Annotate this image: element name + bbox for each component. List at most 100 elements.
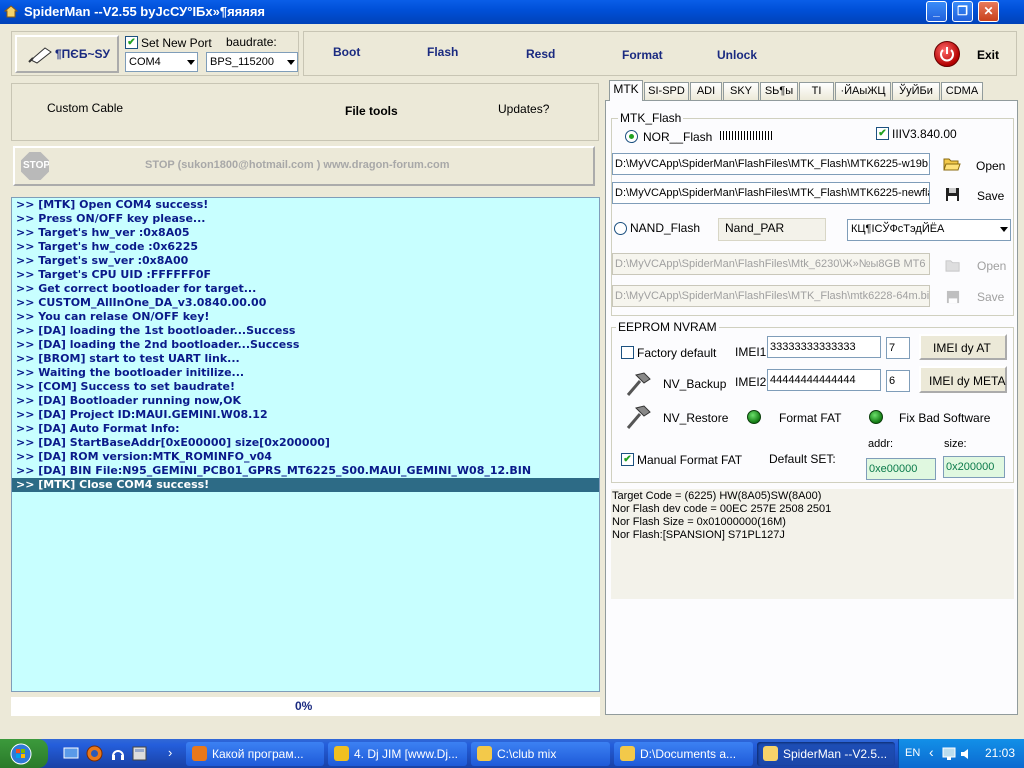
save-disk-icon[interactable] [946, 290, 960, 304]
logo-button[interactable]: ¶ПЄБ~SУ [15, 35, 119, 73]
open-button-disabled[interactable]: Open [977, 259, 1006, 273]
log-line[interactable]: >> Press ON/OFF key please... [12, 212, 599, 226]
tab-1[interactable]: SI-SPD [644, 82, 689, 100]
maximize-button[interactable]: ❐ [952, 1, 973, 22]
save-button[interactable]: Save [977, 189, 1004, 203]
factory-default-checkbox[interactable] [621, 346, 634, 359]
tab-0[interactable]: MTK [609, 80, 643, 101]
nand-flash-radio[interactable] [614, 222, 627, 235]
open-folder-icon[interactable] [945, 258, 962, 273]
updates-link[interactable]: Updates? [498, 102, 549, 116]
log-line[interactable]: >> [MTK] Open COM4 success! [12, 198, 599, 212]
log-line[interactable]: >> You can relase ON/OFF key! [12, 310, 599, 324]
fix-bad-software-button[interactable]: Fix Bad Software [899, 411, 990, 425]
hammer-icon[interactable] [624, 371, 652, 397]
tab-7[interactable]: ЎуЙБи [892, 82, 940, 100]
log-line[interactable]: >> [DA] Project ID:MAUI.GEMINI.W08.12 [12, 408, 599, 422]
flash-path-3-input[interactable]: D:\MyVCApp\SpiderMan\FlashFiles\Mtk_6230… [612, 253, 930, 275]
clock[interactable]: 21:03 [985, 746, 1015, 760]
log-line[interactable]: >> [DA] Bootloader running now,OK [12, 394, 599, 408]
nv-backup-button[interactable]: NV_Backup [663, 377, 726, 391]
unlock-button[interactable]: Unlock [717, 48, 757, 62]
log-line[interactable]: >> [DA] BIN File:N95_GEMINI_PCB01_GPRS_M… [12, 464, 599, 478]
taskbar-item[interactable]: Какой програм... [186, 742, 324, 766]
network-icon[interactable] [942, 747, 956, 761]
tab-5[interactable]: TI [799, 82, 834, 100]
flash-path-2-input[interactable]: D:\MyVCApp\SpiderMan\FlashFiles\MTK_Flas… [612, 182, 930, 204]
log-line[interactable]: >> Target's hw_code :0x6225 [12, 240, 599, 254]
custom-cable-link[interactable]: Custom Cable [47, 101, 123, 115]
title-bar[interactable]: SpiderMan --V2.55 byJcСУ°IБх»¶яяяяя _ ❐ … [0, 0, 1024, 24]
tab-6[interactable]: ·ЙАыЖЦ [835, 82, 891, 100]
log-line[interactable]: >> [DA] loading the 1st bootloader...Suc… [12, 324, 599, 338]
format-button[interactable]: Format [622, 48, 663, 62]
tab-4[interactable]: SЬ¶ы [760, 82, 798, 100]
log-line[interactable]: >> Waiting the bootloader initilize... [12, 366, 599, 380]
taskbar-item[interactable]: C:\club mix [471, 742, 610, 766]
minimize-button[interactable]: _ [926, 1, 947, 22]
language-indicator[interactable]: EN [905, 747, 920, 759]
addr-input[interactable]: 0xe00000 [866, 458, 936, 480]
taskbar-item[interactable]: SpiderMan --V2.5... [757, 742, 895, 766]
flash-path-4-input[interactable]: D:\MyVCApp\SpiderMan\FlashFiles\MTK_Flas… [612, 285, 930, 307]
log-line[interactable]: >> Target's CPU UID :FFFFFF0F [12, 268, 599, 282]
firefox-icon[interactable] [86, 745, 103, 762]
log-line[interactable]: >> Target's hw_ver :0x8A05 [12, 226, 599, 240]
log-line[interactable]: >> Target's sw_ver :0x8A00 [12, 254, 599, 268]
size-input[interactable]: 0x200000 [943, 456, 1005, 478]
manual-format-checkbox[interactable]: ✔ [621, 453, 634, 466]
log-line[interactable]: >> [DA] loading the 2nd bootloader...Suc… [12, 338, 599, 352]
open-button[interactable]: Open [976, 159, 1005, 173]
log-line[interactable]: >> [BROM] start to test UART link... [12, 352, 599, 366]
volume-icon[interactable] [959, 747, 973, 761]
nv-restore-button[interactable]: NV_Restore [663, 411, 728, 425]
chevron-right-icon[interactable]: › [168, 745, 172, 760]
exit-button[interactable]: Exit [977, 48, 999, 62]
nand-combo[interactable]: КЦ¶ІСЎФсТэдЙЁА [847, 219, 1011, 241]
log-line[interactable]: >> Get correct bootloader for target... [12, 282, 599, 296]
file-tools-link[interactable]: File tools [345, 104, 398, 118]
log-panel[interactable]: >> [MTK] Open COM4 success! >> Press ON/O… [11, 197, 600, 692]
nor-flash-radio[interactable] [625, 130, 638, 143]
flash-button[interactable]: Flash [427, 45, 458, 59]
log-line[interactable]: >> CUSTOM_AllInOne_DA_v3.0840.00.00 [12, 296, 599, 310]
tray-expand-icon[interactable]: ‹ [929, 744, 934, 760]
baudrate-select[interactable]: BPS_115200 [206, 52, 298, 72]
boot-button[interactable]: Boot [333, 45, 360, 59]
fix-bad-indicator-icon[interactable] [869, 410, 883, 424]
imei1-check-digit[interactable]: 7 [886, 337, 910, 359]
tab-2[interactable]: ADI [690, 82, 722, 100]
taskbar-item[interactable]: D:\Documents a... [614, 742, 753, 766]
close-button[interactable]: ✕ [978, 1, 999, 22]
imei2-check-digit[interactable]: 6 [886, 370, 910, 392]
log-line[interactable]: >> [DA] ROM version:MTK_ROMINFO_v04 [12, 450, 599, 464]
flash-path-1-input[interactable]: D:\MyVCApp\SpiderMan\FlashFiles\MTK_Flas… [612, 153, 930, 175]
log-line[interactable]: >> [DA] StartBaseAddr[0xE00000] size[0x2… [12, 436, 599, 450]
set-new-port-checkbox[interactable]: ✔ [125, 36, 138, 49]
open-folder-icon[interactable] [943, 156, 961, 172]
log-line[interactable]: >> [MTK] Close COM4 success! [12, 478, 599, 492]
imei1-input[interactable]: 33333333333333 [767, 336, 881, 358]
imei2-input[interactable]: 44444444444444 [767, 369, 881, 391]
power-button[interactable] [934, 41, 960, 67]
start-button[interactable] [0, 739, 48, 768]
tab-3[interactable]: SKY [723, 82, 759, 100]
calculator-icon[interactable] [132, 746, 147, 761]
read-button[interactable]: Resd [526, 47, 555, 61]
format-fat-button[interactable]: Format FAT [779, 411, 841, 425]
desktop-icon[interactable] [63, 746, 79, 762]
imei-at-button[interactable]: IMEI dy AT [919, 334, 1007, 360]
save-button-disabled[interactable]: Save [977, 290, 1004, 304]
headphones-icon[interactable] [110, 746, 126, 762]
stop-bar[interactable]: STOP STOP (sukon1800@hotmail.com ) www.d… [13, 146, 595, 186]
version-checkbox[interactable]: ✔ [876, 127, 889, 140]
hammer-icon[interactable] [624, 404, 652, 430]
log-line[interactable]: >> [DA] Auto Format Info: [12, 422, 599, 436]
imei-meta-button[interactable]: IMEI dy META [919, 366, 1007, 393]
port-select[interactable]: COM4 [125, 52, 198, 72]
tab-8[interactable]: CDMA [941, 82, 983, 100]
log-line[interactable]: >> [COM] Success to set baudrate! [12, 380, 599, 394]
format-fat-indicator-icon[interactable] [747, 410, 761, 424]
taskbar-item[interactable]: 4. Dj JIM [www.Dj... [328, 742, 467, 766]
save-disk-icon[interactable] [945, 187, 960, 202]
